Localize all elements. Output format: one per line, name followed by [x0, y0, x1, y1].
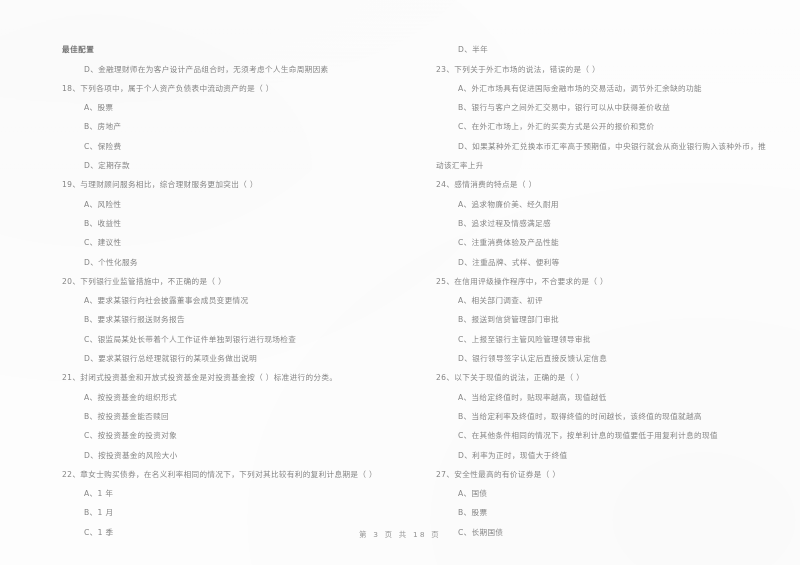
- text-line: 26、以下关于现值的说法，正确的是（ ）: [436, 373, 585, 383]
- text-line: A、1 年: [84, 489, 114, 499]
- text-line: D、利率为正时，现值大于终值: [458, 450, 568, 460]
- text-line: 21、封闭式投资基金和开放式投资基金是对投资基金按（ ）标准进行的分类。: [62, 373, 338, 383]
- text-line: A、按投资基金的组织形式: [84, 392, 177, 402]
- text-line: B、按投资基金能否赎回: [84, 411, 169, 421]
- text-line: 18、下列各项中，属于个人资产负债表中流动资产的是（ ）: [62, 83, 274, 93]
- text-line: D、注重品牌、式样、便利等: [458, 257, 560, 267]
- text-line: C、按投资基金的投资对象: [84, 431, 178, 441]
- text-line: B、股票: [458, 508, 488, 518]
- text-line: D、如果某种外汇兑换本币汇率高于预期值，中央银行就会从商业银行购入该种外币，推: [458, 141, 767, 151]
- text-line: C、上报至银行主管风险管理领导审批: [458, 334, 591, 344]
- text-line: C、银监局某处长带着个人工作证件单独到银行进行现场检查: [84, 334, 297, 344]
- text-line: D、要求某银行总经理就银行的某项业务做出说明: [84, 354, 258, 364]
- text-line: 27、安全性最高的有价证券是（ ）: [436, 469, 561, 479]
- question-column-left: 最佳配置 D、金融理财师在为客户设计产品组合时，无须考虑个人生命周期因素 18、…: [62, 36, 422, 536]
- text-line: A、追求物廉价美、经久耐用: [458, 199, 559, 209]
- text-line: C、保险费: [84, 141, 122, 151]
- text-line: B、1 月: [84, 508, 114, 518]
- page-footer: 第 3 页 共 18 页: [359, 530, 441, 539]
- text-line: C、建议性: [84, 238, 122, 248]
- two-column-body: 最佳配置 D、金融理财师在为客户设计产品组合时，无须考虑个人生命周期因素 18、…: [0, 36, 800, 536]
- text-line: C、注重消费体验及产品性能: [458, 238, 559, 248]
- text-line: 23、下列关于外汇市场的说法，错误的是（ ）: [436, 64, 601, 74]
- text-line: D、个性化服务: [84, 257, 138, 267]
- text-line: A、外汇市场具有促进国际金融市场的交易活动，调节外汇余缺的功能: [458, 83, 702, 93]
- text-line: A、风险性: [84, 199, 122, 209]
- text-line: A、相关部门调查、初评: [458, 296, 543, 306]
- text-line: 24、感情消费的特点是（ ）: [436, 180, 537, 190]
- text-line: C、在外汇市场上，外汇的买卖方式是公开的报价和竞价: [458, 122, 655, 132]
- question-column-right: D、半年 23、下列关于外汇市场的说法，错误的是（ ） A、外汇市场具有促进国际…: [436, 36, 796, 536]
- text-line: 动该汇率上升: [436, 161, 484, 171]
- text-line: A、股票: [84, 103, 114, 113]
- text-line: C、在其他条件相同的情况下，按单利计息的现值要低于用复利计息的现值: [458, 431, 718, 441]
- text-line: D、半年: [458, 45, 489, 55]
- text-line: D、定期存款: [84, 161, 130, 171]
- exam-page: 最佳配置 D、金融理财师在为客户设计产品组合时，无须考虑个人生命周期因素 18、…: [0, 0, 800, 565]
- text-line: 25、在信用评级操作程序中，不合要求的是（ ）: [436, 276, 608, 286]
- text-line: 19、与理财顾问服务相比，综合理财服务更加突出（ ）: [62, 180, 258, 190]
- text-line: 22、章女士购买债券，在名义利率相同的情况下，下列对其比较有利的复利计息期是（ …: [62, 469, 377, 479]
- text-line: B、当给定利率及终值时，取得终值的时间越长，该终值的现值就越高: [458, 411, 702, 421]
- text-line: 最佳配置: [62, 45, 95, 55]
- text-line: B、房地产: [84, 122, 122, 132]
- text-line: A、当给定终值时，贴现率越高，现值越低: [458, 392, 607, 402]
- text-line: D、银行领导签字认定后直接反馈认定信息: [458, 354, 608, 364]
- text-line: B、追求过程及情感满足感: [458, 218, 551, 228]
- text-line: D、金融理财师在为客户设计产品组合时，无须考虑个人生命周期因素: [84, 64, 329, 74]
- text-line: B、要求某银行报送财务报告: [84, 315, 185, 325]
- text-line: B、收益性: [84, 218, 122, 228]
- text-line: D、按投资基金的风险大小: [84, 450, 178, 460]
- text-line: 20、下列银行业监管措施中，不正确的是（ ）: [62, 276, 227, 286]
- text-line: B、银行与客户之间外汇交易中，银行可以从中获得差价收益: [458, 103, 671, 113]
- text-line: B、报送到信贷管理部门审批: [458, 315, 559, 325]
- text-line: A、国债: [458, 489, 488, 499]
- text-line: A、要求某银行向社会披露董事会成员变更情况: [84, 296, 249, 306]
